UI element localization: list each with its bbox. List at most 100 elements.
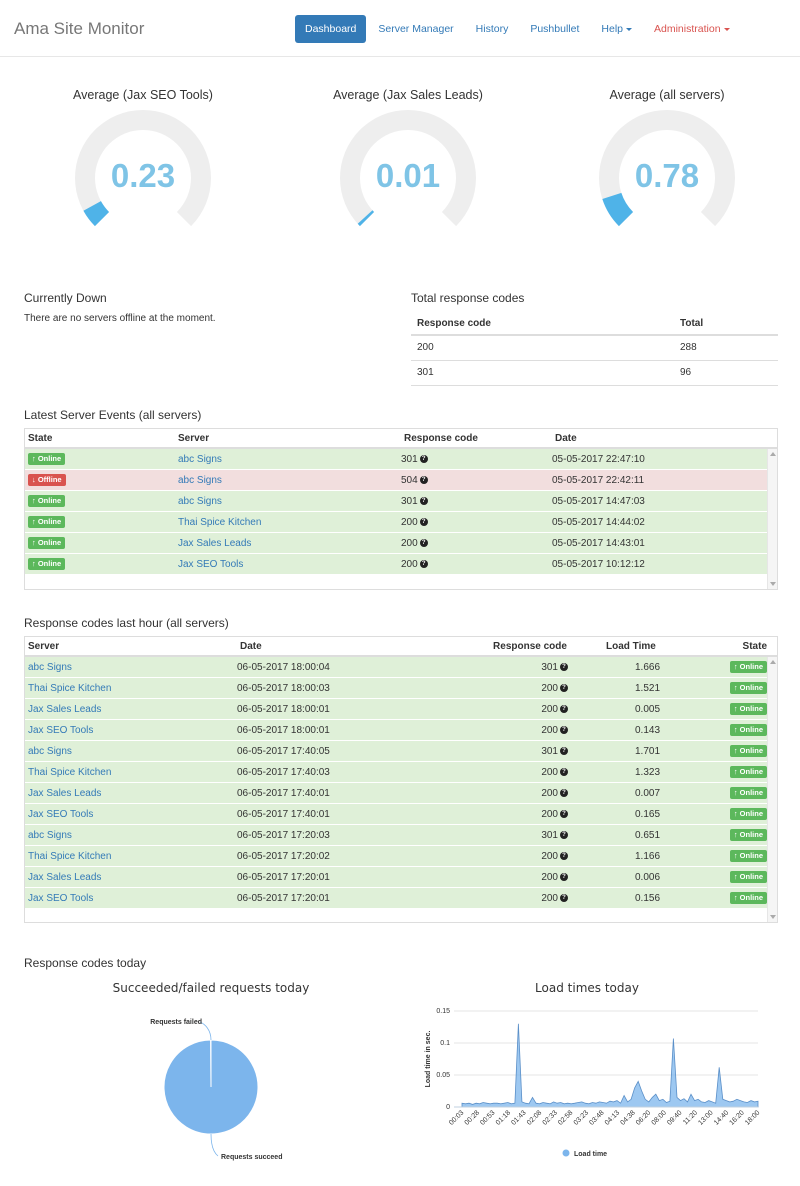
state-cell: ↑ Online bbox=[715, 850, 767, 862]
area-chart-title: Load times today bbox=[535, 981, 639, 995]
server-link[interactable]: Jax Sales Leads bbox=[28, 788, 101, 799]
question-icon[interactable]: ? bbox=[560, 683, 568, 692]
server-link[interactable]: Jax Sales Leads bbox=[28, 872, 101, 883]
nav-administration-dropdown[interactable]: Administration bbox=[644, 15, 740, 43]
question-icon[interactable]: ? bbox=[419, 475, 428, 484]
pie-label-succeed: Requests succeed bbox=[221, 1154, 282, 1161]
status-badge-label: Online bbox=[739, 662, 763, 671]
nav-dashboard[interactable]: Dashboard bbox=[295, 15, 367, 43]
legend-label[interactable]: Load time bbox=[574, 1151, 607, 1158]
nav-server-manager[interactable]: Server Manager bbox=[368, 15, 463, 43]
question-icon[interactable]: ? bbox=[560, 872, 568, 881]
x-tick-label: 04:38 bbox=[619, 1109, 636, 1126]
column-header: Date bbox=[555, 432, 577, 444]
table-row: ↑ Online Thai Spice Kitchen 200? 05-05-2017… bbox=[25, 512, 777, 533]
server-link[interactable]: abc Signs bbox=[28, 746, 72, 757]
response-code-cell: 200? bbox=[443, 809, 580, 820]
x-tick-label: 09:40 bbox=[666, 1109, 683, 1126]
server-link[interactable]: abc Signs bbox=[28, 830, 72, 841]
server-link[interactable]: Jax SEO Tools bbox=[178, 559, 243, 570]
column-header: Response code bbox=[411, 313, 674, 336]
question-icon[interactable]: ? bbox=[419, 559, 428, 568]
state-cell: ↑ Online bbox=[715, 745, 767, 757]
question-icon[interactable]: ? bbox=[560, 788, 568, 797]
question-icon[interactable]: ? bbox=[419, 517, 428, 526]
server-link[interactable]: abc Signs bbox=[178, 454, 222, 465]
date-cell: 06-05-2017 17:40:03 bbox=[237, 766, 330, 778]
question-icon[interactable]: ? bbox=[560, 851, 568, 860]
scroll-down-icon[interactable] bbox=[770, 915, 776, 919]
server-link[interactable]: Thai Spice Kitchen bbox=[178, 517, 261, 528]
main-nav: Dashboard Server Manager History Pushbul… bbox=[295, 15, 742, 43]
question-icon[interactable]: ? bbox=[560, 704, 568, 713]
server-cell: Jax SEO Tools bbox=[25, 809, 234, 820]
response-code-cell: 200? bbox=[401, 517, 552, 528]
server-link[interactable]: Jax SEO Tools bbox=[28, 893, 93, 904]
nav-history[interactable]: History bbox=[466, 15, 519, 43]
question-icon[interactable]: ? bbox=[419, 454, 428, 463]
series-area[interactable] bbox=[461, 1023, 759, 1108]
load-time-cell: 0.156 bbox=[634, 892, 661, 904]
question-icon[interactable]: ? bbox=[419, 538, 428, 547]
column-header: Response code bbox=[404, 432, 478, 444]
status-badge-label: Online bbox=[37, 559, 62, 568]
events-title: Latest Server Events (all servers) bbox=[24, 408, 202, 422]
state-cell: ↑ Online bbox=[715, 682, 767, 694]
server-link[interactable]: Thai Spice Kitchen bbox=[28, 767, 111, 778]
response-code-cell: 301? bbox=[401, 496, 552, 507]
table-row: ↑ Online abc Signs 301? 05-05-2017 14:47:03 bbox=[25, 491, 777, 512]
server-link[interactable]: Thai Spice Kitchen bbox=[28, 683, 111, 694]
events-table[interactable]: State Server Response code Date ↑ Online… bbox=[24, 428, 778, 590]
question-icon[interactable]: ? bbox=[560, 767, 568, 776]
server-link[interactable]: Jax SEO Tools bbox=[28, 809, 93, 820]
state-cell: ↑ Online bbox=[25, 558, 175, 570]
nav-help-dropdown[interactable]: Help bbox=[591, 15, 642, 43]
gauge: Average (Jax Sales Leads) 0.01 bbox=[308, 88, 508, 228]
last-hour-table[interactable]: Server Date Response code Load Time Stat… bbox=[24, 636, 778, 923]
load-time-cell: 1.666 bbox=[634, 661, 661, 673]
column-header: Date bbox=[240, 640, 262, 652]
status-badge-label: Offline bbox=[37, 475, 62, 484]
legend-marker[interactable] bbox=[562, 1149, 570, 1157]
date-cell: 06-05-2017 18:00:01 bbox=[237, 724, 330, 736]
server-link[interactable]: abc Signs bbox=[178, 496, 222, 507]
x-tick-label: 13:00 bbox=[697, 1109, 714, 1126]
vertical-scrollbar[interactable] bbox=[767, 449, 777, 589]
gauge-title: Average (Jax SEO Tools) bbox=[73, 88, 213, 102]
x-tick-label: 02:08 bbox=[526, 1109, 543, 1126]
state-cell: ↑ Online bbox=[715, 724, 767, 736]
server-link[interactable]: Jax Sales Leads bbox=[178, 538, 251, 549]
question-icon[interactable]: ? bbox=[560, 830, 568, 839]
status-badge: ↑ Online bbox=[729, 829, 767, 841]
scroll-up-icon[interactable] bbox=[770, 660, 776, 664]
server-link[interactable]: abc Signs bbox=[178, 475, 222, 486]
response-code-value: 200 bbox=[401, 558, 418, 570]
question-icon[interactable]: ? bbox=[560, 662, 568, 671]
brand-title[interactable]: Ama Site Monitor bbox=[14, 19, 144, 39]
date-cell: 06-05-2017 17:40:01 bbox=[237, 808, 330, 820]
server-cell: Jax Sales Leads bbox=[25, 788, 234, 799]
scroll-down-icon[interactable] bbox=[770, 582, 776, 586]
response-code-value: 200 bbox=[541, 787, 558, 799]
question-icon[interactable]: ? bbox=[560, 725, 568, 734]
status-badge-label: Online bbox=[37, 538, 62, 547]
server-link[interactable]: Jax Sales Leads bbox=[28, 704, 101, 715]
nav-pushbullet[interactable]: Pushbullet bbox=[520, 15, 589, 43]
server-cell: abc Signs bbox=[25, 830, 234, 841]
question-icon[interactable]: ? bbox=[560, 809, 568, 818]
gauge-title: Average (Jax Sales Leads) bbox=[333, 88, 483, 102]
response-code-cell: 301? bbox=[443, 830, 580, 841]
server-link[interactable]: Thai Spice Kitchen bbox=[28, 851, 111, 862]
status-badge: ↑ Online bbox=[729, 808, 767, 820]
vertical-scrollbar[interactable] bbox=[767, 657, 777, 922]
scroll-up-icon[interactable] bbox=[770, 452, 776, 456]
question-icon[interactable]: ? bbox=[560, 746, 568, 755]
date-cell: 06-05-2017 18:00:04 bbox=[237, 661, 330, 673]
table-row: ↓ Offline abc Signs 504? 05-05-2017 22:42:1… bbox=[25, 470, 777, 491]
y-tick-label: 0.1 bbox=[440, 1040, 450, 1047]
question-icon[interactable]: ? bbox=[560, 893, 568, 902]
server-link[interactable]: Jax SEO Tools bbox=[28, 725, 93, 736]
x-tick-label: 02:58 bbox=[557, 1109, 574, 1126]
server-link[interactable]: abc Signs bbox=[28, 662, 72, 673]
question-icon[interactable]: ? bbox=[419, 496, 428, 505]
